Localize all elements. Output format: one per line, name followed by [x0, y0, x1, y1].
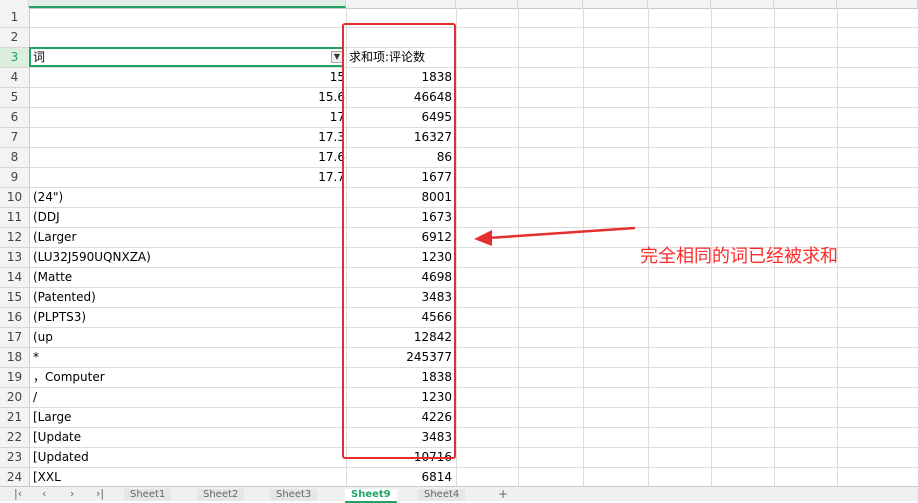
gridline [456, 8, 457, 486]
column-header-b[interactable] [346, 0, 456, 8]
word-cell[interactable]: / [33, 388, 345, 407]
word-cell[interactable]: (Larger [33, 228, 345, 247]
column-header-f[interactable] [648, 0, 711, 8]
column-header-d[interactable] [518, 0, 583, 8]
column-header-h[interactable] [774, 0, 837, 8]
add-sheet-icon[interactable]: + [498, 487, 508, 501]
active-cell-a3[interactable] [29, 47, 344, 67]
row-number[interactable]: 7 [0, 128, 29, 148]
column-header-c[interactable] [456, 0, 518, 8]
column-header-i[interactable] [837, 0, 918, 8]
word-cell[interactable]: (Patented) [33, 288, 345, 307]
row-number[interactable]: 12 [0, 228, 29, 248]
row-number[interactable]: 19 [0, 368, 29, 388]
word-cell[interactable]: 17.7 [29, 168, 345, 187]
row-number[interactable]: 24 [0, 468, 29, 488]
row-number[interactable]: 9 [0, 168, 29, 188]
corner-cell[interactable] [0, 0, 29, 8]
row-number[interactable]: 6 [0, 108, 29, 128]
word-cell[interactable]: ，Computer [33, 368, 345, 387]
row-number[interactable]: 11 [0, 208, 29, 228]
column-header-e[interactable] [583, 0, 648, 8]
row-number[interactable]: 20 [0, 388, 29, 408]
sheet-tab[interactable]: Sheet4 [418, 489, 466, 501]
first-sheet-icon[interactable]: |‹ [14, 488, 22, 500]
row-number[interactable]: 16 [0, 308, 29, 328]
word-cell[interactable]: 15.6 [29, 88, 345, 107]
row-number[interactable]: 18 [0, 348, 29, 368]
word-cell[interactable]: (LU32J590UQNXZA) [33, 248, 345, 267]
word-cell[interactable]: (up [33, 328, 345, 347]
word-cell[interactable]: (PLPTS3) [33, 308, 345, 327]
row-number[interactable]: 5 [0, 88, 29, 108]
annotation-arrow-icon [474, 226, 636, 246]
column-header-g[interactable] [711, 0, 774, 8]
prev-sheet-icon[interactable]: ‹ [42, 488, 46, 500]
row-number[interactable]: 23 [0, 448, 29, 468]
sheet-tab[interactable]: Sheet2 [197, 489, 245, 501]
word-cell[interactable]: [XXL [33, 468, 345, 487]
row-number[interactable]: 4 [0, 68, 29, 88]
sheet-tab[interactable]: Sheet1 [124, 489, 172, 501]
last-sheet-icon[interactable]: ›| [96, 488, 104, 500]
row-number[interactable]: 3 [0, 48, 29, 68]
row-number[interactable]: 14 [0, 268, 29, 288]
word-cell[interactable]: (24") [33, 188, 345, 207]
row-number[interactable]: 17 [0, 328, 29, 348]
word-cell[interactable]: 17.6 [29, 148, 345, 167]
word-cell[interactable]: [Update [33, 428, 345, 447]
row-number[interactable]: 21 [0, 408, 29, 428]
row-number[interactable]: 10 [0, 188, 29, 208]
column-header-a[interactable] [29, 0, 346, 8]
row-number-column: 1 2 3 4 5 6 7 8 9 10 11 12 13 14 15 16 17 18 19 20 21 22 23 24 [0, 8, 30, 488]
highlight-box [342, 23, 456, 459]
row-number[interactable]: 8 [0, 148, 29, 168]
sheet-tab-bar: |‹ ‹ › ›| Sheet1 Sheet2 Sheet3 Sheet9 Sh… [0, 486, 918, 503]
row-number[interactable]: 1 [0, 8, 29, 28]
word-cell[interactable]: * [33, 348, 345, 367]
word-cell[interactable]: (DDJ [33, 208, 345, 227]
word-cell[interactable]: 17 [29, 108, 345, 127]
word-cell[interactable]: [Large [33, 408, 345, 427]
word-cell[interactable]: [Updated [33, 448, 345, 467]
row-number[interactable]: 15 [0, 288, 29, 308]
word-cell[interactable]: 17.3 [29, 128, 345, 147]
annotation-text: 完全相同的词已经被求和 [640, 246, 838, 267]
word-cell[interactable]: 15 [29, 68, 345, 87]
row-number[interactable]: 2 [0, 28, 29, 48]
row-number[interactable]: 22 [0, 428, 29, 448]
next-sheet-icon[interactable]: › [70, 488, 74, 500]
sum-cell[interactable]: 6814 [347, 468, 452, 487]
sheet-tab-active[interactable]: Sheet9 [345, 489, 397, 503]
word-cell[interactable]: (Matte [33, 268, 345, 287]
pivot-data-row: [XXL 6814 [29, 468, 455, 487]
sheet-tab[interactable]: Sheet3 [270, 489, 318, 501]
row-number[interactable]: 13 [0, 248, 29, 268]
